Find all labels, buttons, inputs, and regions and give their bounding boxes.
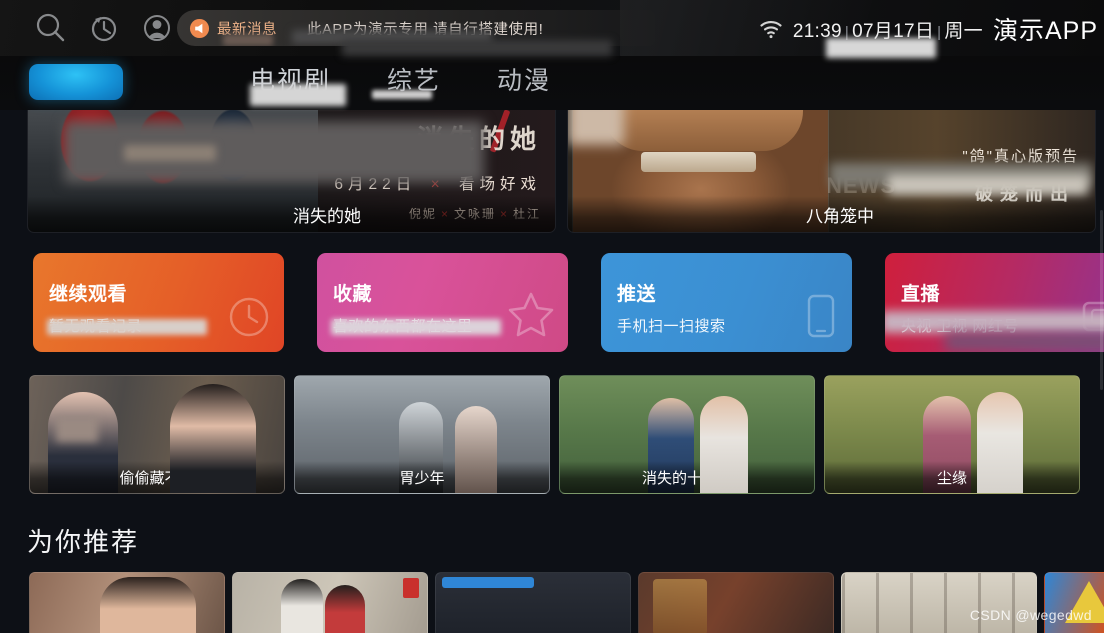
topbar-icon-group: [32, 9, 176, 47]
clock-separator: |: [937, 23, 942, 41]
poster-card[interactable]: [1044, 572, 1104, 633]
quick-card-title: 直播: [901, 284, 941, 305]
news-label: 最新消息: [217, 21, 277, 38]
quick-card-favorites[interactable]: 收藏 喜欢的东西都在这里: [317, 253, 568, 352]
clock-time: 21:39: [792, 20, 842, 42]
tab-anime[interactable]: 动漫: [497, 61, 551, 97]
clock: 21:39 | 07月17日 | 周一: [793, 16, 983, 43]
clock-weekday: 周一: [944, 20, 983, 42]
portrait-detail: [641, 152, 756, 172]
clock-icon: [226, 293, 272, 344]
hero-dot-separator: ×: [430, 176, 445, 193]
news-marquee-text: 此APP为演示专用 请自行搭建使用!: [307, 21, 544, 38]
thumbnail-card[interactable]: 偷偷藏不住: [29, 375, 285, 494]
recommended-poster-row: [29, 572, 1104, 633]
tab-selected-indicator[interactable]: [29, 64, 123, 100]
wifi-icon: [759, 17, 783, 41]
hero-title: 消失的她: [28, 196, 555, 232]
thumbnail-title: 尘缘: [825, 461, 1079, 493]
content-area: 消失的她 6月22日 × 看场好戏 倪妮×文咏珊×杜江 消失的她 NEWS: [0, 100, 1104, 633]
nav-tab-list: 电视剧 综艺 动漫: [250, 61, 551, 97]
hero-card[interactable]: NEWS "鸽"真心版预告 破笼而出 八角笼中: [567, 100, 1096, 233]
thumbnail-title: 偷偷藏不住: [30, 461, 284, 493]
star-icon: [506, 289, 556, 344]
thumbnail-card[interactable]: 尘缘: [824, 375, 1080, 494]
thumbnail-title: 消失的十一层: [560, 461, 814, 493]
poster-card[interactable]: [232, 572, 428, 633]
tab-tv-drama[interactable]: 电视剧: [250, 61, 331, 97]
section-title-recommended: 为你推荐: [27, 527, 140, 557]
clock-date: 07月17日: [852, 20, 935, 42]
hero-date-line: 6月22日 × 看场好戏: [291, 172, 541, 194]
quick-card-subtitle: 央视 卫视 网红号: [901, 318, 1019, 335]
scrollbar[interactable]: [1100, 210, 1103, 390]
hero-subline: "鸽"真心版预告: [962, 148, 1079, 165]
phone-icon: [800, 291, 840, 344]
history-icon[interactable]: [85, 9, 123, 47]
top-bar: 最新消息 此APP为演示专用 请自行搭建使用! 21:39 | 07月17日 | 周一 …: [0, 0, 1104, 58]
clock-separator: |: [844, 23, 850, 41]
poster-card[interactable]: [841, 572, 1037, 633]
poster-card[interactable]: [638, 572, 834, 633]
censor-blur: [56, 416, 98, 442]
search-icon[interactable]: [32, 9, 70, 47]
quick-card-continue-watching[interactable]: 继续观看 暂无观看记录: [33, 253, 284, 352]
poster-pattern: [842, 573, 1036, 633]
watermark: CSDN @wegedwd: [969, 607, 1092, 623]
thumbnail-row: 偷偷藏不住 胃少年 消失的十一层 尘缘: [29, 375, 1080, 494]
hero-date: 6月22日: [334, 176, 417, 193]
nav-bar: 电视剧 综艺 动漫: [0, 56, 1104, 110]
topbar-status-group: 21:39 | 07月17日 | 周一 演示APP: [759, 11, 1098, 47]
quick-access-row: 继续观看 暂无观看记录 收藏 喜欢的东西都在这里 推送 手机扫一扫搜索 直播 央…: [33, 253, 1104, 352]
quick-card-live[interactable]: 直播 央视 卫视 网红号: [885, 253, 1104, 352]
thumbnail-title: 胃少年: [295, 461, 549, 493]
poster-card[interactable]: [29, 572, 225, 633]
hero-tagline: 看场好戏: [458, 176, 541, 193]
app-name: 演示APP: [992, 17, 1098, 45]
user-icon[interactable]: [138, 9, 176, 47]
hero-card[interactable]: 消失的她 6月22日 × 看场好戏 倪妮×文咏珊×杜江 消失的她: [27, 100, 556, 233]
thumbnail-card[interactable]: 消失的十一层: [559, 375, 815, 494]
hero-logo-text: 消失的她: [416, 124, 541, 154]
poster-badge: [403, 578, 419, 598]
megaphone-icon: [189, 18, 210, 39]
tab-variety[interactable]: 综艺: [387, 61, 441, 97]
hero-title: 八角笼中: [568, 196, 1095, 232]
thumbnail-card[interactable]: 胃少年: [294, 375, 550, 494]
tv-home-screen: 最新消息 此APP为演示专用 请自行搭建使用! 21:39 | 07月17日 | 周一 …: [0, 0, 1104, 633]
poster-card[interactable]: [435, 572, 631, 633]
poster-tag: [442, 577, 534, 588]
hero-carousel: 消失的她 6月22日 × 看场好戏 倪妮×文咏珊×杜江 消失的她 NEWS: [27, 100, 1096, 233]
quick-card-push[interactable]: 推送 手机扫一扫搜索: [601, 253, 852, 352]
portrait-detail: [603, 103, 803, 151]
news-banner[interactable]: 最新消息 此APP为演示专用 请自行搭建使用!: [177, 10, 655, 46]
